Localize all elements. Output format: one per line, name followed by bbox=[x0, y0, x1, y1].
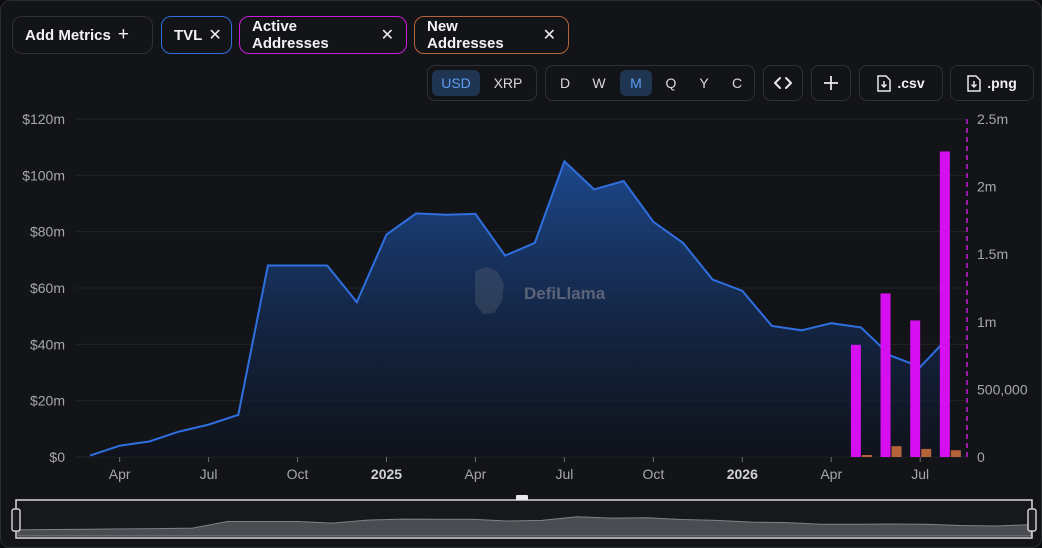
x-axis-tick-label: 2025 bbox=[371, 466, 402, 482]
new-addresses-bar bbox=[921, 448, 932, 457]
interval-option-w[interactable]: W bbox=[583, 70, 615, 96]
logo-shape bbox=[475, 267, 504, 314]
x-axis-tick-label: Apr bbox=[109, 466, 131, 482]
currency-option-usd[interactable]: USD bbox=[432, 70, 480, 96]
x-axis-tick-label: Jul bbox=[911, 466, 929, 482]
png-label: .png bbox=[987, 75, 1017, 91]
metric-pill-label: TVL bbox=[174, 26, 203, 44]
brush-selection bbox=[15, 499, 1033, 539]
y-axis-tick-label: $80m bbox=[30, 224, 65, 240]
metric-pill-active-addresses[interactable]: Active Addresses ✕ bbox=[239, 16, 407, 54]
y-axis-tick-label: $0 bbox=[49, 449, 65, 465]
download-png-button[interactable]: .png bbox=[950, 65, 1034, 101]
chart-panel: Add Metrics + TVL ✕ Active Addresses ✕ N… bbox=[0, 0, 1042, 548]
metric-pill-new-addresses[interactable]: New Addresses ✕ bbox=[414, 16, 569, 54]
x-axis-tick-label: Jul bbox=[555, 466, 573, 482]
interval-option-y[interactable]: Y bbox=[688, 70, 720, 96]
x-axis-tick-label: 2026 bbox=[727, 466, 758, 482]
tvl-area bbox=[90, 161, 950, 458]
metric-pill-tvl[interactable]: TVL ✕ bbox=[161, 16, 232, 54]
file-download-icon bbox=[967, 74, 981, 92]
file-download-icon bbox=[877, 74, 892, 92]
y-axis-tick-label: $40m bbox=[30, 336, 65, 352]
close-icon[interactable]: ✕ bbox=[543, 25, 556, 45]
active-addresses-bar bbox=[850, 344, 861, 457]
add-series-button[interactable] bbox=[811, 65, 851, 101]
active-addresses-bar bbox=[910, 320, 921, 457]
metric-pill-label: New Addresses bbox=[427, 18, 504, 52]
y2-axis-tick-label: 1.5m bbox=[977, 246, 1008, 262]
x-axis-tick-label: Apr bbox=[820, 466, 842, 482]
brush-handle-left bbox=[11, 508, 21, 532]
embed-button[interactable] bbox=[763, 65, 803, 101]
y-axis-tick-label: $120m bbox=[22, 111, 65, 127]
add-metrics-button[interactable]: Add Metrics + bbox=[12, 16, 153, 54]
plus-icon bbox=[824, 76, 838, 90]
new-addresses-bar bbox=[950, 450, 961, 457]
y-axis-tick-label: $100m bbox=[22, 167, 65, 183]
brush-handle-right bbox=[1027, 508, 1037, 532]
plus-icon: + bbox=[117, 24, 129, 45]
watermark-text: DefiLlama bbox=[524, 284, 606, 303]
brush-sparkline bbox=[17, 516, 1032, 537]
defillama-logo-icon bbox=[475, 267, 504, 314]
x-axis-tick-label: Oct bbox=[287, 466, 309, 482]
add-metrics-label: Add Metrics bbox=[25, 26, 111, 44]
y2-axis-tick-label: 2.5m bbox=[977, 111, 1008, 127]
y-axis-tick-label: $60m bbox=[30, 280, 65, 296]
active-addresses-bar bbox=[880, 293, 891, 457]
active-addresses-bar bbox=[939, 151, 950, 457]
close-icon[interactable]: ✕ bbox=[208, 25, 221, 45]
x-axis-tick-label: Oct bbox=[642, 466, 664, 482]
y2-axis-tick-label: 1m bbox=[977, 314, 996, 330]
x-axis-tick-label: Apr bbox=[465, 466, 487, 482]
y2-axis-tick-label: 2m bbox=[977, 179, 996, 195]
close-icon[interactable]: ✕ bbox=[381, 25, 394, 45]
brush-drag-handle bbox=[516, 495, 528, 500]
brush-track bbox=[15, 499, 1033, 539]
y-axis-tick-label: $20m bbox=[30, 393, 65, 409]
interval-toggle: D W M Q Y C bbox=[545, 65, 755, 101]
y2-axis-tick-label: 0 bbox=[977, 449, 985, 465]
code-brackets-icon bbox=[774, 77, 792, 89]
new-addresses-bar bbox=[891, 446, 902, 457]
interval-option-q[interactable]: Q bbox=[655, 70, 687, 96]
currency-option-xrp[interactable]: XRP bbox=[484, 70, 532, 96]
download-csv-button[interactable]: .csv bbox=[859, 65, 943, 101]
interval-option-c[interactable]: C bbox=[721, 70, 753, 96]
interval-option-d[interactable]: D bbox=[549, 70, 581, 96]
y2-axis-tick-label: 500,000 bbox=[977, 381, 1028, 397]
tvl-line bbox=[89, 159, 951, 457]
x-axis-tick-label: Jul bbox=[200, 466, 218, 482]
interval-option-m[interactable]: M bbox=[620, 70, 652, 96]
currency-toggle: USD XRP bbox=[427, 65, 537, 101]
new-addresses-bar bbox=[861, 455, 872, 457]
metric-pill-label: Active Addresses bbox=[252, 18, 329, 52]
csv-label: .csv bbox=[897, 75, 925, 91]
